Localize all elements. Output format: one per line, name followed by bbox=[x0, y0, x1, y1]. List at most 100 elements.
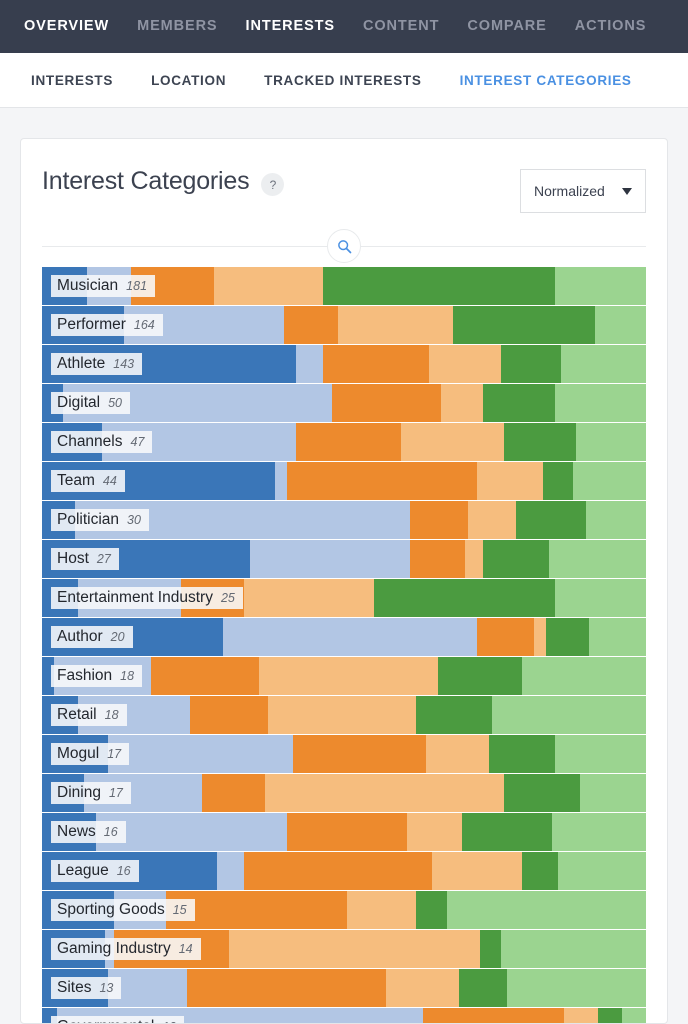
bar-segment-6 bbox=[585, 501, 646, 539]
bar-segment-6 bbox=[491, 696, 646, 734]
bar-segment-2 bbox=[250, 540, 411, 578]
interest-categories-card: Interest Categories ? Normalized Musicia… bbox=[20, 138, 668, 1024]
bar-segment-3 bbox=[331, 384, 441, 422]
bar-segment-1 bbox=[42, 462, 275, 500]
subnav-item-interest-categories[interactable]: INTEREST CATEGORIES bbox=[441, 73, 651, 88]
bar-segment-6 bbox=[549, 540, 646, 578]
bar-row[interactable]: Governmental12 bbox=[42, 1008, 646, 1023]
subnav-item-location[interactable]: LOCATION bbox=[132, 73, 245, 88]
bar-segment-6 bbox=[522, 657, 646, 695]
bar-segment-4 bbox=[440, 384, 483, 422]
bar-segment-1 bbox=[42, 930, 106, 968]
bar-segment-3 bbox=[322, 345, 429, 383]
bar-row[interactable]: Sites 13 bbox=[42, 969, 646, 1007]
topnav-item-overview[interactable]: OVERVIEW bbox=[10, 0, 123, 53]
chevron-down-icon bbox=[622, 187, 632, 195]
bar-segment-6 bbox=[558, 852, 646, 890]
bar-segment-2 bbox=[114, 891, 166, 929]
bar-segment-4 bbox=[244, 579, 375, 617]
subnav-item-tracked-interests[interactable]: TRACKED INTERESTS bbox=[245, 73, 440, 88]
bar-segment-2 bbox=[96, 813, 287, 851]
bar-segment-1 bbox=[42, 657, 55, 695]
bar-segment-4 bbox=[401, 423, 505, 461]
bar-row[interactable]: League 16 bbox=[42, 852, 646, 890]
topnav-item-compare[interactable]: COMPARE bbox=[453, 0, 560, 53]
bar-segment-3 bbox=[286, 813, 408, 851]
bar-row[interactable]: Host 27 bbox=[42, 540, 646, 578]
bar-segment-2 bbox=[274, 462, 287, 500]
bar-segment-3 bbox=[130, 267, 215, 305]
bar-segment-3 bbox=[476, 618, 535, 656]
bar-row[interactable]: Gaming Industry 14 bbox=[42, 930, 646, 968]
bar-segment-4 bbox=[464, 540, 483, 578]
bar-row[interactable]: Politician 30 bbox=[42, 501, 646, 539]
bar-row[interactable]: Dining 17 bbox=[42, 774, 646, 812]
bar-segment-6 bbox=[555, 579, 646, 617]
topnav-item-content[interactable]: CONTENT bbox=[349, 0, 453, 53]
bar-segment-5 bbox=[452, 306, 595, 344]
bar-row[interactable]: Mogul 17 bbox=[42, 735, 646, 773]
bar-segment-5 bbox=[522, 852, 559, 890]
bar-segment-2 bbox=[87, 267, 131, 305]
search-icon bbox=[337, 239, 351, 253]
bar-segment-6 bbox=[588, 618, 646, 656]
bar-segment-1 bbox=[42, 969, 109, 1007]
bar-segment-6 bbox=[507, 969, 646, 1007]
bar-segment-3 bbox=[114, 930, 230, 968]
bar-segment-5 bbox=[374, 579, 556, 617]
topnav-item-members[interactable]: MEMBERS bbox=[123, 0, 231, 53]
bar-segment-6 bbox=[579, 774, 646, 812]
bar-segment-5 bbox=[482, 540, 550, 578]
bar-segment-5 bbox=[546, 618, 589, 656]
bar-segment-6 bbox=[621, 1008, 646, 1023]
bar-segment-5 bbox=[479, 930, 501, 968]
topnav-item-actions[interactable]: ACTIONS bbox=[561, 0, 661, 53]
bar-segment-3 bbox=[150, 657, 260, 695]
bar-row[interactable]: Author 20 bbox=[42, 618, 646, 656]
divider-row bbox=[42, 229, 646, 263]
topnav-item-interests[interactable]: INTERESTS bbox=[232, 0, 349, 53]
subnav-item-interests[interactable]: INTERESTS bbox=[12, 73, 132, 88]
bar-row[interactable]: Channels 47 bbox=[42, 423, 646, 461]
bar-segment-2 bbox=[217, 852, 245, 890]
bar-row[interactable]: News 16 bbox=[42, 813, 646, 851]
bar-row[interactable]: Fashion 18 bbox=[42, 657, 646, 695]
normalization-dropdown[interactable]: Normalized bbox=[520, 169, 646, 213]
bar-row[interactable]: Retail 18 bbox=[42, 696, 646, 734]
bar-segment-5 bbox=[504, 774, 580, 812]
bar-segment-3 bbox=[189, 696, 269, 734]
bar-segment-4 bbox=[428, 345, 501, 383]
bar-segment-3 bbox=[165, 891, 347, 929]
bar-segment-3 bbox=[180, 579, 245, 617]
bar-row[interactable]: Entertainment Industry 25 bbox=[42, 579, 646, 617]
bar-segment-1 bbox=[42, 813, 97, 851]
bar-segment-6 bbox=[500, 930, 646, 968]
bar-segment-3 bbox=[202, 774, 266, 812]
bar-segment-6 bbox=[555, 267, 646, 305]
bar-segment-3 bbox=[295, 423, 402, 461]
bar-row[interactable]: Team 44 bbox=[42, 462, 646, 500]
bar-row[interactable]: Musician 181 bbox=[42, 267, 646, 305]
bar-row[interactable]: Athlete 143 bbox=[42, 345, 646, 383]
bar-segment-5 bbox=[543, 462, 574, 500]
bar-segment-2 bbox=[223, 618, 477, 656]
bar-segment-4 bbox=[476, 462, 544, 500]
bar-row[interactable]: Digital 50 bbox=[42, 384, 646, 422]
bar-segment-1 bbox=[42, 1008, 58, 1023]
bar-row[interactable]: Performer 164 bbox=[42, 306, 646, 344]
bar-row[interactable]: Sporting Goods 15 bbox=[42, 891, 646, 929]
bar-segment-1 bbox=[42, 423, 103, 461]
bar-segment-2 bbox=[63, 384, 332, 422]
bar-segment-1 bbox=[42, 774, 85, 812]
bar-segment-2 bbox=[105, 930, 115, 968]
bar-segment-5 bbox=[504, 423, 577, 461]
interest-category-bars: Musician 181 Performer 164 Athlete 143 Digital… bbox=[42, 267, 646, 1023]
bar-segment-4 bbox=[564, 1008, 598, 1023]
bar-segment-1 bbox=[42, 618, 224, 656]
help-icon[interactable]: ? bbox=[261, 173, 285, 196]
bar-segment-2 bbox=[78, 579, 181, 617]
search-button[interactable] bbox=[327, 229, 361, 263]
bar-segment-2 bbox=[295, 345, 323, 383]
bar-segment-5 bbox=[488, 735, 556, 773]
bar-segment-5 bbox=[458, 969, 508, 1007]
